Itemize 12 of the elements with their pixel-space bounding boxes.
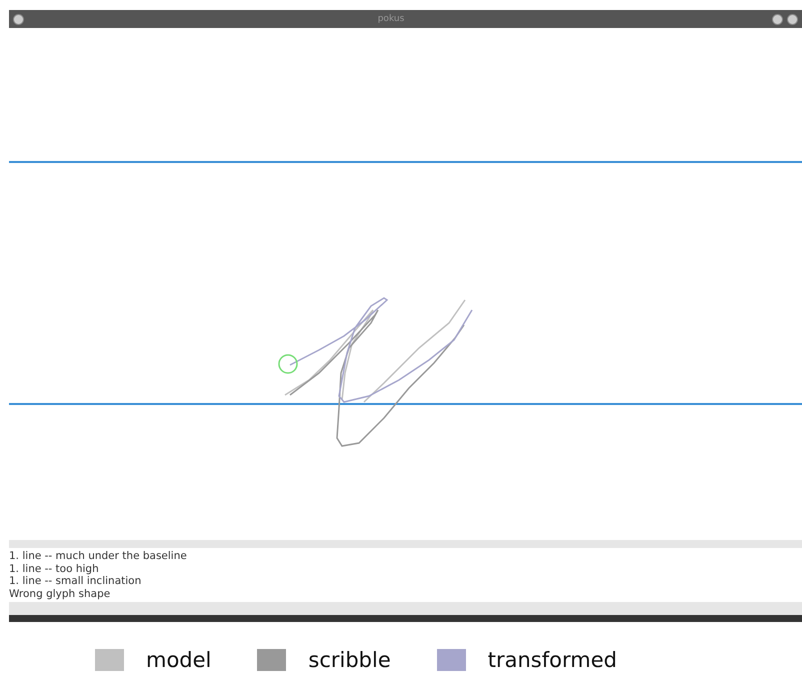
legend-label: scribble: [308, 648, 391, 672]
window-menu-button[interactable]: [13, 14, 24, 24]
minimize-button[interactable]: [772, 14, 783, 24]
message-line: 1. line -- much under the baseline: [9, 550, 188, 562]
message-line: Wrong glyph shape: [9, 588, 112, 600]
legend-label: transformed: [488, 648, 617, 672]
maximize-button[interactable]: [787, 14, 798, 24]
window-title: pokus: [376, 14, 406, 24]
legend-label: model: [146, 648, 212, 672]
start-point-icon: [278, 354, 298, 374]
message-line: 1. line -- small inclination: [9, 575, 142, 588]
message-line: 1. line -- too high: [9, 562, 100, 575]
